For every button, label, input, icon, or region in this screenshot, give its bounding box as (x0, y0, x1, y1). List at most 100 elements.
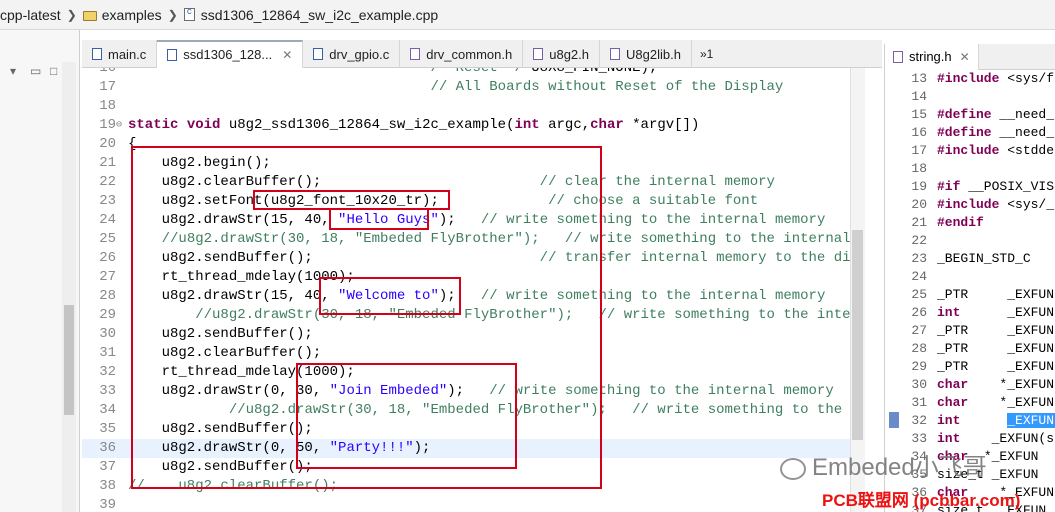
breadcrumb-project[interactable]: cpp-latest ❯ (0, 7, 83, 23)
line-number: 18 (911, 161, 927, 176)
tab-drv-common[interactable]: drv_common.h (400, 40, 524, 68)
minimize-icon[interactable]: ▭ (30, 64, 41, 78)
tab-u8g2lib-h[interactable]: U8g2lib.h (600, 40, 692, 68)
site-watermark: PCB联盟网 (pcbbar.com) (822, 491, 1021, 510)
right-code-editor[interactable]: 13 #include <sys/f 14 15 #define __need_ 16 #d… (884, 70, 1055, 512)
code-line[interactable]: 16 #define __need_ (885, 124, 1055, 142)
watermark: Embeded小飞哥 (780, 447, 987, 482)
code-text: /* Reset */ U8X8_PIN_NONE); (430, 68, 658, 76)
breadcrumb-file[interactable]: ssd1306_12864_sw_i2c_example.cpp (183, 6, 439, 23)
code-line[interactable]: 18 (885, 160, 1055, 178)
tab-drv-gpio[interactable]: drv_gpio.c (303, 40, 401, 68)
code-text: _BEGIN_STD_C (937, 251, 1031, 266)
code-line[interactable]: 28 _PTR _EXFUN (885, 340, 1055, 358)
code-text: #include <stdde (937, 143, 1055, 158)
line-number: 14 (911, 89, 927, 104)
code-line[interactable]: 23 _BEGIN_STD_C (885, 250, 1055, 268)
cpp-file-icon (167, 48, 178, 61)
line-number: 25 (99, 231, 116, 247)
line-number: 38 (99, 478, 116, 494)
line-number: 15 (911, 107, 927, 122)
line-number: 18 (99, 98, 116, 114)
code-line[interactable]: 18 (82, 97, 850, 116)
code-text: _PTR _EXFUN (937, 323, 1055, 338)
code-line[interactable]: 15 #define __need_ (885, 106, 1055, 124)
annotation-box-hello (329, 208, 429, 230)
code-line[interactable]: 17 // All Boards without Reset of the Di… (82, 78, 850, 97)
code-line[interactable]: 19 ⊖ static void u8g2_ssd1306_12864_sw_i2c… (82, 116, 850, 135)
h-file-icon (410, 48, 421, 60)
code-line[interactable]: 25 _PTR _EXFUN (885, 286, 1055, 304)
code-line[interactable]: 24 (885, 268, 1055, 286)
line-number: 17 (99, 79, 116, 95)
annotation-box-font (253, 190, 450, 210)
tabs-overflow-button[interactable]: »1 (692, 40, 721, 67)
code-line[interactable]: 20 #include <sys/_ (885, 196, 1055, 214)
code-line[interactable]: 22 (885, 232, 1055, 250)
tab-main-c[interactable]: main.c (82, 40, 158, 68)
code-line[interactable]: 16 /* Reset */ U8X8_PIN_NONE); (82, 68, 850, 78)
code-line[interactable]: 30 char *_EXFUN (885, 376, 1055, 394)
folder-icon (82, 10, 97, 21)
tab-label: u8g2.h (549, 46, 589, 62)
code-line[interactable]: 32 int _EXFUN(str (885, 412, 1055, 430)
close-icon[interactable]: ✕ (282, 48, 292, 62)
right-editor-tab-bar: string.h ✕ (884, 43, 1055, 70)
h-file-icon (533, 48, 544, 60)
line-number: 20 (911, 197, 927, 212)
code-line[interactable]: 26 int _EXFUN (885, 304, 1055, 322)
line-number: 28 (911, 341, 927, 356)
line-number: 34 (99, 402, 116, 418)
tab-label: U8g2lib.h (626, 46, 681, 62)
close-icon[interactable]: ✕ (960, 50, 970, 64)
c-file-icon (313, 48, 324, 60)
tab-label: ssd1306_128... (183, 47, 273, 62)
code-text: static void u8g2_ssd1306_12864_sw_i2c_ex… (128, 117, 700, 133)
line-number: 31 (99, 345, 116, 361)
line-number: 27 (99, 269, 116, 285)
collapse-all-icon[interactable]: ▾ (10, 64, 16, 78)
line-number: 29 (99, 307, 116, 323)
c-file-icon (92, 48, 102, 60)
line-number: 32 (99, 364, 116, 380)
code-text: #if __POSIX_VIS (937, 179, 1055, 194)
line-number: 39 (99, 497, 116, 512)
line-number: 28 (99, 288, 116, 304)
code-line[interactable]: 39 (82, 496, 850, 512)
line-number: 26 (99, 250, 116, 266)
line-number: 37 (99, 459, 116, 475)
breadcrumb-file-label: ssd1306_12864_sw_i2c_example.cpp (200, 6, 439, 23)
explorer-scrollbar[interactable] (62, 62, 76, 512)
tab-u8g2-h[interactable]: u8g2.h (523, 40, 600, 68)
code-line[interactable]: 14 (885, 88, 1055, 106)
code-line[interactable]: 19 #if __POSIX_VIS (885, 178, 1055, 196)
code-line[interactable]: 21 #endif (885, 214, 1055, 232)
wechat-icon (780, 457, 806, 480)
explorer-scrollbar-thumb[interactable] (64, 305, 74, 415)
code-text: int _EXFUN(str (937, 431, 1055, 446)
line-number: 36 (99, 440, 116, 456)
maximize-icon[interactable]: □ (50, 64, 57, 78)
line-number: 23 (99, 193, 116, 209)
code-line[interactable]: 17 #include <stdde (885, 142, 1055, 160)
code-line[interactable]: 27 _PTR _EXFUN (885, 322, 1055, 340)
editor-scrollbar-thumb[interactable] (852, 230, 863, 440)
code-line[interactable]: 33 int _EXFUN(str (885, 430, 1055, 448)
line-number: 13 (911, 71, 927, 86)
code-line[interactable]: 29 _PTR _EXFUN (885, 358, 1055, 376)
line-number: 25 (911, 287, 927, 302)
line-number: 16 (99, 68, 116, 76)
line-number: 30 (99, 326, 116, 342)
tab-string-h[interactable]: string.h ✕ (885, 43, 979, 70)
chevron-right-icon: ❯ (66, 7, 77, 22)
breadcrumb-folder[interactable]: examples ❯ (82, 7, 184, 23)
line-number: 33 (99, 383, 116, 399)
annotation-box-join-party (296, 363, 517, 469)
editor-tab-bar: main.c ssd1306_128... ✕ drv_gpio.c drv_co… (82, 40, 882, 68)
code-line[interactable]: 13 #include <sys/f (885, 70, 1055, 88)
fold-icon[interactable]: ⊖ (116, 116, 122, 135)
line-number: 29 (911, 359, 927, 374)
tab-label: drv_common.h (426, 46, 513, 62)
tab-ssd1306[interactable]: ssd1306_128... ✕ (157, 40, 304, 68)
code-line[interactable]: 31 char *_EXFUN (885, 394, 1055, 412)
